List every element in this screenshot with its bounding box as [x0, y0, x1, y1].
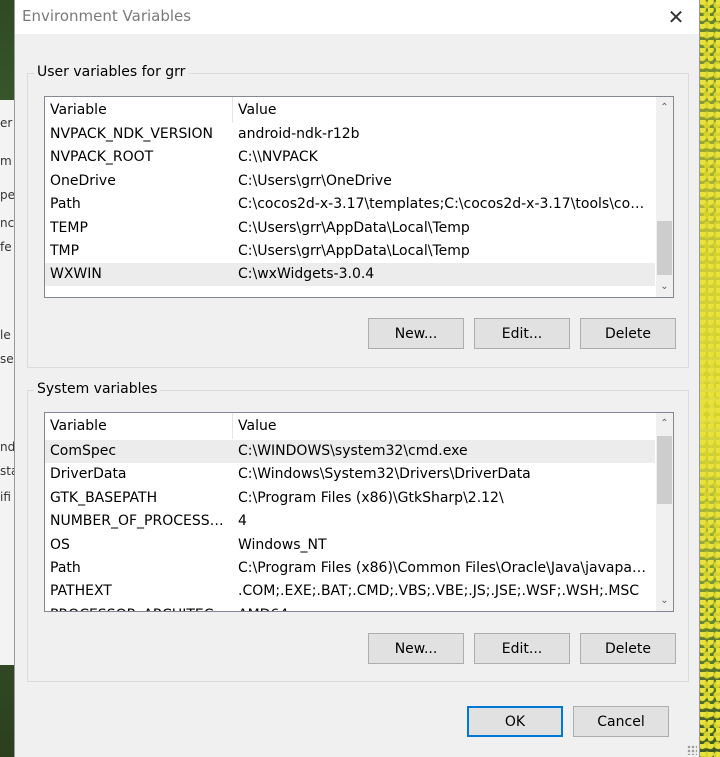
table-row[interactable]: Path C:\cocos2d-x-3.17\templates;C:\cocos… [45, 193, 655, 216]
user-new-button[interactable]: New... [368, 318, 464, 349]
bg-text-fragment: pe [0, 188, 14, 202]
table-row[interactable]: DriverData C:\Windows\System32\Drivers\Dr… [45, 463, 655, 486]
bg-text-fragment: sta [0, 464, 14, 478]
table-row[interactable]: NUMBER_OF_PROCESSORS 4 [45, 510, 655, 533]
variable-name: NVPACK_ROOT [50, 149, 154, 166]
system-delete-button[interactable]: Delete [580, 633, 676, 664]
system-variables-group: System variables Variable Value ComSpec C… [27, 381, 689, 682]
environment-variables-dialog: Environment Variables ✕ User variables f… [14, 0, 700, 757]
bg-text-fragment: m [0, 154, 12, 168]
table-row[interactable]: PROCESSOR_ARCHITECTU... AMD64 [45, 604, 655, 611]
user-variables-group: User variables for grr Variable Value NV… [27, 64, 689, 368]
scroll-thumb[interactable] [657, 436, 672, 504]
user-variables-label: User variables for grr [34, 64, 189, 80]
variable-value: C:\wxWidgets-3.0.4 [238, 266, 375, 283]
table-row[interactable]: NVPACK_NDK_VERSION android-ndk-r12b [45, 123, 655, 146]
variable-name: Path [50, 196, 81, 213]
table-row[interactable]: OS Windows_NT [45, 534, 655, 557]
system-list-scrollbar[interactable]: ⌃ ⌄ [656, 413, 673, 611]
column-header-variable[interactable]: Variable [45, 97, 233, 123]
bg-text-fragment: nc [0, 216, 14, 230]
variable-value: 4 [238, 513, 247, 530]
bg-text-fragment: fe [0, 240, 12, 254]
window-title: Environment Variables [22, 7, 192, 25]
title-bar[interactable]: Environment Variables ✕ [15, 0, 699, 34]
variable-name: WXWIN [50, 266, 102, 283]
variable-name: ComSpec [50, 443, 117, 459]
list-header: Variable Value [45, 97, 655, 123]
variable-value: C:\Windows\System32\Drivers\DriverData [238, 466, 531, 483]
variable-value: C:\Users\grr\OneDrive [238, 172, 392, 189]
variable-name: NUMBER_OF_PROCESSORS [50, 513, 228, 530]
variable-value: C:\Users\grr\AppData\Local\Temp [238, 219, 470, 236]
variable-value: Windows_NT [238, 536, 327, 553]
variable-name: GTK_BASEPATH [50, 489, 158, 506]
variable-name: PATHEXT [50, 583, 112, 600]
variable-value: C:\WINDOWS\system32\cmd.exe [238, 443, 468, 459]
background-desktop-right [700, 0, 720, 757]
system-variables-list[interactable]: Variable Value ComSpec C:\WINDOWS\system3… [44, 412, 674, 612]
table-row[interactable]: TEMP C:\Users\grr\AppData\Local\Temp [45, 217, 655, 240]
user-list-scrollbar[interactable]: ⌃ ⌄ [656, 97, 673, 297]
close-icon: ✕ [667, 5, 685, 29]
table-row[interactable]: GTK_BASEPATH C:\Program Files (x86)\GtkSh… [45, 487, 655, 510]
variable-value: C:\Program Files (x86)\Common Files\Orac… [238, 560, 650, 576]
variable-value: .COM;.EXE;.BAT;.CMD;.VBS;.VBE;.JS;.JSE;.… [238, 583, 640, 600]
system-edit-button[interactable]: Edit... [474, 633, 570, 664]
bg-text-fragment: er [0, 116, 13, 130]
variable-value: C:\cocos2d-x-3.17\templates;C:\cocos2d-x… [238, 196, 650, 213]
scroll-down-icon[interactable]: ⌄ [656, 592, 673, 609]
scroll-down-icon[interactable]: ⌄ [656, 278, 673, 295]
variable-name: PROCESSOR_ARCHITECTU... [50, 604, 228, 611]
variable-name: TMP [50, 243, 80, 259]
variable-name: DriverData [50, 466, 127, 483]
system-variables-label: System variables [34, 381, 161, 397]
resize-grip-icon[interactable] [687, 745, 697, 755]
user-variables-list[interactable]: Variable Value NVPACK_NDK_VERSION android… [44, 96, 674, 298]
variable-name: OS [50, 536, 70, 553]
scroll-up-icon[interactable]: ⌃ [656, 99, 673, 116]
variable-value: C:\Users\grr\AppData\Local\Temp [238, 243, 470, 259]
variable-name: Path [50, 560, 81, 576]
variable-name: NVPACK_NDK_VERSION [50, 126, 213, 142]
variable-value: C:\\NVPACK [238, 149, 318, 166]
ok-button[interactable]: OK [467, 706, 563, 737]
table-row[interactable]: NVPACK_ROOT C:\\NVPACK [45, 146, 655, 169]
variable-value: android-ndk-r12b [238, 126, 360, 142]
variable-value: C:\Program Files (x86)\GtkSharp\2.12\ [238, 489, 504, 506]
background-window-left: er m pe nc fe le se nd sta ifi [0, 100, 15, 665]
table-row[interactable]: ComSpec C:\WINDOWS\system32\cmd.exe [45, 440, 655, 463]
user-edit-button[interactable]: Edit... [474, 318, 570, 349]
variable-name: OneDrive [50, 172, 116, 189]
table-row[interactable]: PATHEXT .COM;.EXE;.BAT;.CMD;.VBS;.VBE;.JS… [45, 580, 655, 603]
scroll-up-icon[interactable]: ⌃ [656, 415, 673, 432]
variable-name: TEMP [50, 219, 88, 236]
bg-text-fragment: ifi [0, 490, 11, 504]
user-delete-button[interactable]: Delete [580, 318, 676, 349]
table-row[interactable]: Path C:\Program Files (x86)\Common Files\… [45, 557, 655, 580]
table-row[interactable]: OneDrive C:\Users\grr\OneDrive [45, 170, 655, 193]
variable-value: AMD64 [238, 604, 650, 611]
table-row[interactable]: TMP C:\Users\grr\AppData\Local\Temp [45, 240, 655, 263]
close-button[interactable]: ✕ [653, 0, 699, 34]
column-header-value[interactable]: Value [233, 413, 655, 439]
column-header-variable[interactable]: Variable [45, 413, 233, 439]
column-header-value[interactable]: Value [233, 97, 655, 123]
bg-text-fragment: le [0, 328, 11, 342]
scroll-thumb[interactable] [657, 221, 672, 275]
bg-text-fragment: se [0, 352, 14, 366]
table-row[interactable]: WXWIN C:\wxWidgets-3.0.4 [45, 263, 655, 287]
bg-text-fragment: nd [0, 440, 14, 454]
cancel-button[interactable]: Cancel [573, 706, 669, 737]
list-header: Variable Value [45, 413, 655, 439]
system-new-button[interactable]: New... [368, 633, 464, 664]
